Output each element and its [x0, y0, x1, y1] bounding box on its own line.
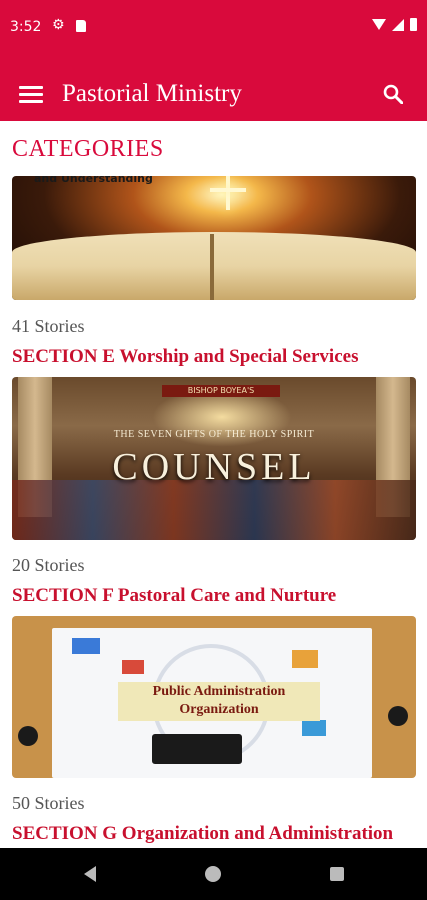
- image-word: COUNSEL: [112, 446, 316, 488]
- cross-light-bar: [210, 188, 246, 192]
- category-title[interactable]: SECTION E Worship and Special Services: [12, 346, 358, 368]
- coffee-cup-graphic: [18, 726, 38, 746]
- category-story-count: 41 Stories: [12, 316, 85, 336]
- search-icon[interactable]: [383, 84, 403, 104]
- image-caption: Public Administration Organization: [118, 682, 320, 721]
- image-caption-line2: Organization: [179, 702, 259, 717]
- category-story-count: 50 Stories: [12, 793, 85, 813]
- sd-card-icon: [76, 20, 86, 32]
- image-caption: and Understanding: [34, 176, 153, 185]
- category-image-worship[interactable]: and Understanding: [12, 176, 416, 300]
- back-icon[interactable]: [84, 866, 96, 882]
- top-app-bar: 3:52 ⚙ Pastorial Ministry: [0, 0, 427, 121]
- category-image-pastoral-care[interactable]: BISHOP BOYEA'S THE SEVEN GIFTS OF THE HO…: [12, 377, 416, 540]
- category-title[interactable]: SECTION G Organization and Administratio…: [12, 823, 393, 845]
- laptop-graphic: [152, 734, 242, 764]
- status-icons: [372, 18, 417, 31]
- home-icon[interactable]: [205, 866, 221, 882]
- open-bible: [12, 232, 416, 300]
- image-subtitle: THE SEVEN GIFTS OF THE HOLY SPIRIT: [113, 429, 315, 440]
- category-story-count: 20 Stories: [12, 555, 85, 575]
- wifi-icon: [372, 19, 386, 30]
- bible-crease: [210, 234, 214, 300]
- image-banner: BISHOP BOYEA'S: [162, 385, 280, 397]
- painting-figures: [12, 480, 416, 540]
- chart-shape: [292, 650, 318, 668]
- battery-icon: [410, 18, 417, 31]
- recent-apps-icon[interactable]: [330, 867, 344, 881]
- settings-notification-icon: ⚙: [52, 17, 65, 33]
- coffee-cup-graphic: [388, 706, 408, 726]
- chart-shape: [302, 720, 326, 736]
- cross-light: [226, 176, 230, 210]
- categories-heading: CATEGORIES: [12, 136, 164, 162]
- chart-shape: [122, 660, 144, 674]
- app-title: Pastorial Ministry: [62, 80, 242, 107]
- category-image-administration[interactable]: Public Administration Organization: [12, 616, 416, 778]
- system-navigation-bar: [0, 848, 427, 900]
- category-title[interactable]: SECTION F Pastoral Care and Nurture: [12, 585, 336, 607]
- menu-icon[interactable]: [19, 86, 43, 104]
- app-toolbar: Pastorial Ministry: [0, 66, 427, 124]
- status-bar: 3:52 ⚙: [0, 0, 427, 56]
- signal-icon: [392, 18, 404, 31]
- chart-shape: [72, 638, 100, 654]
- image-caption-line1: Public Administration: [152, 684, 286, 699]
- status-time: 3:52: [10, 19, 42, 35]
